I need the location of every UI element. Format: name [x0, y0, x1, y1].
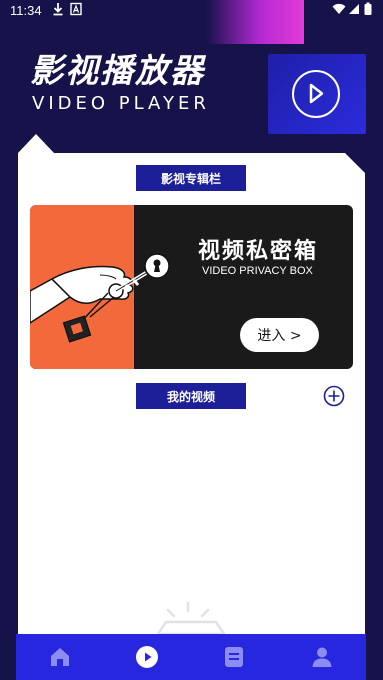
- album-section-label: 影视专辑栏: [136, 165, 246, 191]
- nav-document[interactable]: [204, 634, 264, 680]
- enter-privacy-box-button[interactable]: 进入 >: [240, 318, 319, 352]
- bottom-navigation: [16, 634, 366, 680]
- banner-subtitle: VIDEO PRIVACY BOX: [202, 265, 313, 277]
- user-icon: [312, 647, 332, 667]
- home-icon: [51, 648, 69, 666]
- my-videos-section-label: 我的视频: [136, 383, 246, 409]
- nav-home[interactable]: [30, 634, 90, 680]
- play-icon: [136, 646, 158, 668]
- add-video-icon[interactable]: [323, 385, 345, 407]
- document-icon: [225, 647, 243, 667]
- privacy-box-banner[interactable]: 视频私密箱 VIDEO PRIVACY BOX 进入 >: [30, 205, 353, 369]
- banner-title: 视频私密箱: [198, 239, 319, 264]
- nav-user[interactable]: [292, 634, 352, 680]
- nav-play[interactable]: [117, 634, 177, 680]
